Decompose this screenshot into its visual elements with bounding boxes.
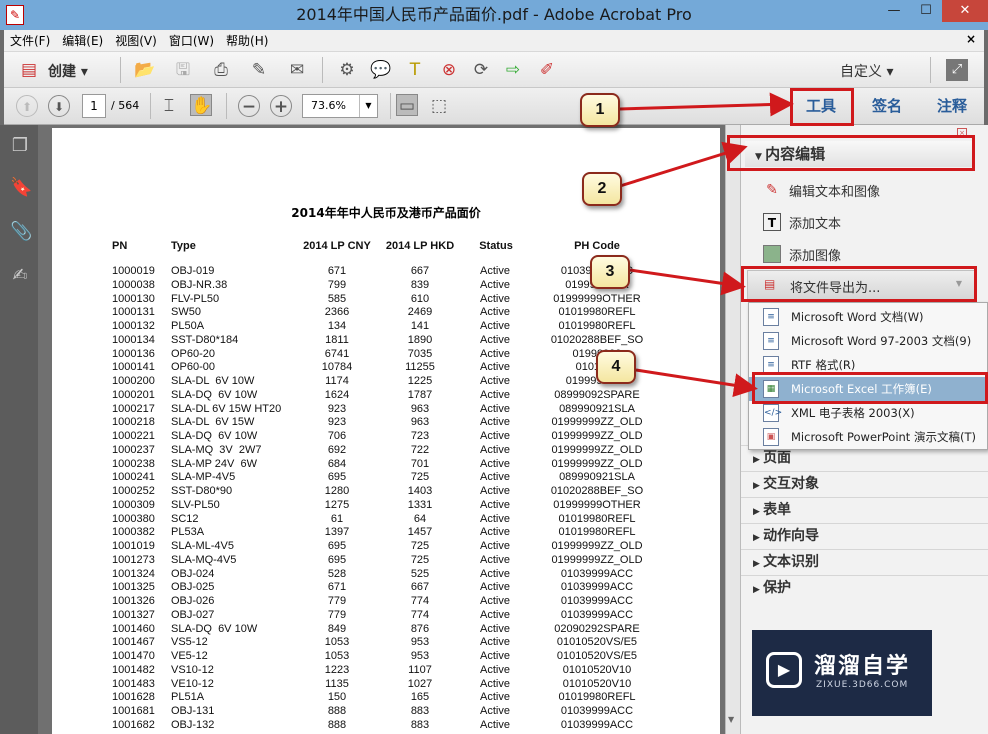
annotation-arrows [619,92,794,398]
callout-2: 2 [582,172,622,206]
arrow-3 [629,268,746,296]
arrow-4 [635,368,758,398]
arrow-1 [619,92,794,117]
callout-3: 3 [590,255,630,289]
callout-4: 4 [596,350,636,384]
callout-1: 1 [580,93,620,127]
arrow-2 [619,141,748,188]
